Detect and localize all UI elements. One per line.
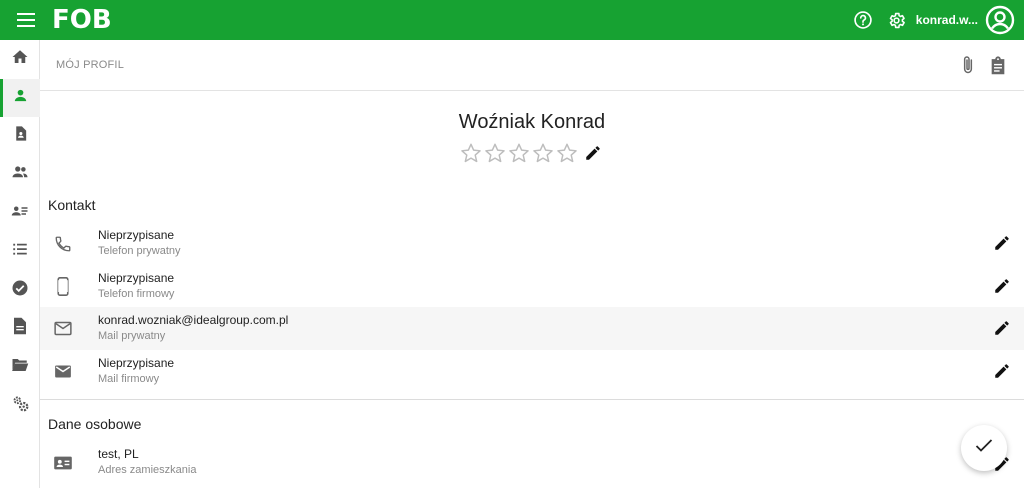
app-logo[interactable]: FOB <box>52 5 112 35</box>
star-icon[interactable] <box>484 142 506 164</box>
sidebar-item-contact-document[interactable] <box>0 117 40 156</box>
list-item-company-phone: Nieprzypisane Telefon firmowy <box>40 265 1024 308</box>
contact-value: konrad.wozniak@idealgroup.com.pl <box>98 313 289 327</box>
section-divider <box>40 399 1024 400</box>
check-circle-icon <box>11 279 29 302</box>
sidebar <box>0 40 40 488</box>
person-list-icon <box>11 202 29 225</box>
star-icon[interactable] <box>532 142 554 164</box>
contact-value: Nieprzypisane <box>98 271 175 285</box>
gear-icon[interactable] <box>880 0 914 40</box>
address-label: Adres zamieszkania <box>98 464 197 476</box>
list-item-private-phone: Nieprzypisane Telefon prywatny <box>40 222 1024 265</box>
top-app-bar: FOB konrad.w... <box>0 0 1024 40</box>
section-title-personal-data: Dane osobowe <box>48 416 142 432</box>
breadcrumb: MÓJ PROFIL <box>56 59 125 71</box>
clipboard-icon[interactable] <box>986 53 1010 77</box>
phone-icon <box>40 235 86 253</box>
sidebar-item-person-list[interactable] <box>0 194 40 233</box>
sidebar-item-settings[interactable] <box>0 387 40 426</box>
profile-content: Woźniak Konrad Kontakt Nieprzypisane Tel… <box>40 92 1024 488</box>
help-icon[interactable] <box>846 0 880 40</box>
sidebar-item-list[interactable] <box>0 233 40 272</box>
contact-value: Nieprzypisane <box>98 356 175 370</box>
contact-label: Telefon firmowy <box>98 288 175 300</box>
contact-label: Mail prywatny <box>98 330 166 342</box>
cogs-icon <box>11 394 30 418</box>
confirm-fab-button[interactable] <box>961 425 1007 471</box>
contact-value: Nieprzypisane <box>98 228 175 242</box>
hamburger-icon[interactable] <box>0 0 52 40</box>
star-icon[interactable] <box>460 142 482 164</box>
id-card-icon <box>40 455 86 471</box>
account-circle-icon[interactable] <box>984 4 1016 36</box>
sidebar-item-profile[interactable] <box>0 78 40 117</box>
list-item-home-address: test, PL Adres zamieszkania <box>40 441 1024 484</box>
paperclip-icon[interactable] <box>956 53 980 77</box>
people-icon <box>11 163 29 186</box>
username-label[interactable]: konrad.w... <box>916 13 978 27</box>
check-icon <box>975 438 993 458</box>
address-value: test, PL <box>98 447 139 461</box>
sidebar-item-people[interactable] <box>0 156 40 195</box>
contact-label: Telefon prywatny <box>98 245 181 257</box>
smartphone-icon <box>40 277 86 296</box>
star-icon[interactable] <box>556 142 578 164</box>
edit-rating-pencil-icon[interactable] <box>584 143 604 163</box>
contact-label: Mail firmowy <box>98 373 160 385</box>
edit-pencil-icon[interactable] <box>992 233 1012 253</box>
sidebar-item-documents[interactable] <box>0 310 40 349</box>
document-icon <box>12 317 28 340</box>
list-icon <box>11 240 29 263</box>
logo-text: FOB <box>52 5 112 35</box>
star-rating <box>460 142 604 164</box>
section-title-contact: Kontakt <box>48 197 96 213</box>
list-item-company-mail: Nieprzypisane Mail firmowy <box>40 350 1024 393</box>
person-icon <box>12 87 29 109</box>
mail-icon <box>40 364 86 379</box>
page-header: MÓJ PROFIL <box>40 40 1024 91</box>
edit-pencil-icon[interactable] <box>992 318 1012 338</box>
edit-pencil-icon[interactable] <box>992 361 1012 381</box>
sidebar-item-tasks[interactable] <box>0 271 40 310</box>
edit-pencil-icon[interactable] <box>992 276 1012 296</box>
contact-document-icon <box>12 125 29 147</box>
mail-outline-icon <box>40 321 86 336</box>
star-icon[interactable] <box>508 142 530 164</box>
home-icon <box>11 48 29 71</box>
list-item-private-mail: konrad.wozniak@idealgroup.com.pl Mail pr… <box>40 307 1024 350</box>
sidebar-item-folders[interactable] <box>0 348 40 387</box>
sidebar-item-home[interactable] <box>0 40 40 79</box>
folder-open-icon <box>11 357 29 378</box>
profile-name: Woźniak Konrad <box>458 111 606 133</box>
